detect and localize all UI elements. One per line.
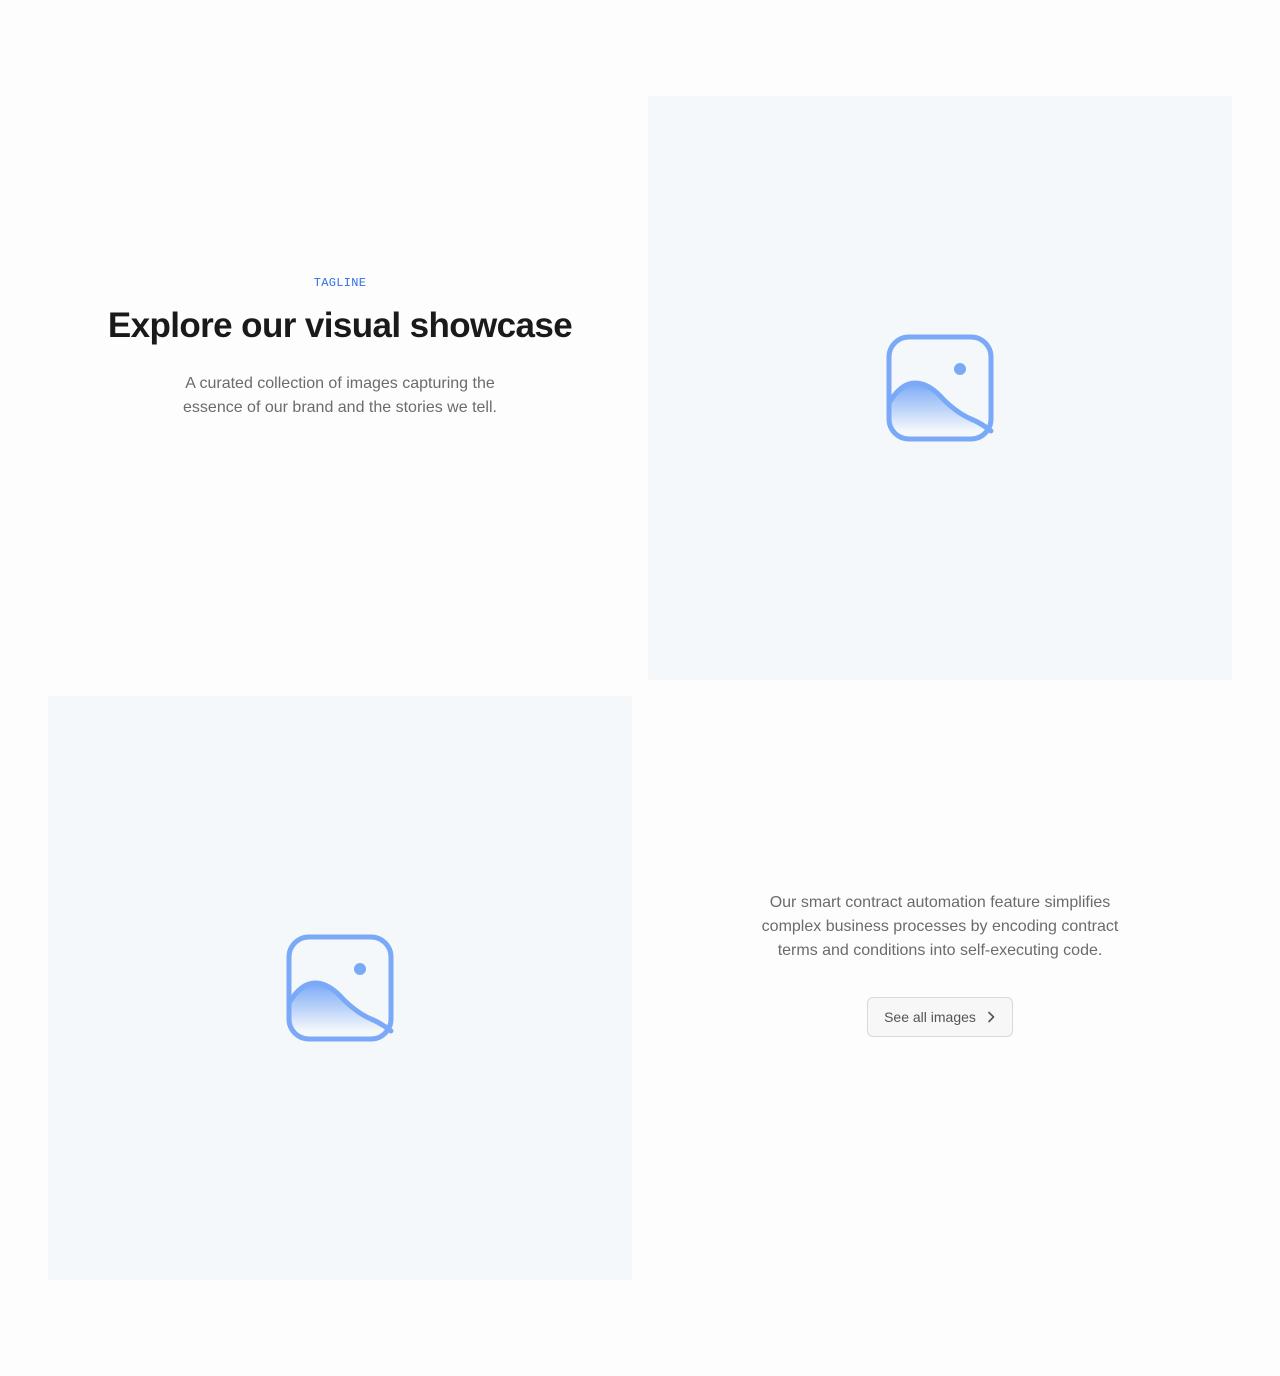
image-placeholder-icon (885, 333, 995, 443)
page-title: Explore our visual showcase (107, 306, 573, 345)
intro-description: A curated collection of images capturing… (183, 375, 497, 416)
chevron-right-icon (986, 1011, 996, 1023)
feature-description: Our smart contract automation feature si… (761, 894, 1119, 959)
intro-block: TAGLINE Explore our visual showcase A cu… (48, 96, 632, 680)
image-placeholder-top-right (648, 96, 1232, 680)
see-all-images-button[interactable]: See all images (867, 997, 1013, 1037)
tagline: TAGLINE (313, 276, 367, 290)
feature-block: Our smart contract automation feature si… (648, 696, 1232, 1280)
gallery-section: TAGLINE Explore our visual showcase A cu… (0, 0, 1280, 1376)
see-all-images-label: See all images (884, 1009, 976, 1025)
image-placeholder-icon (285, 933, 395, 1043)
image-placeholder-bottom-left (48, 696, 632, 1280)
gallery-grid: TAGLINE Explore our visual showcase A cu… (48, 96, 1232, 1280)
